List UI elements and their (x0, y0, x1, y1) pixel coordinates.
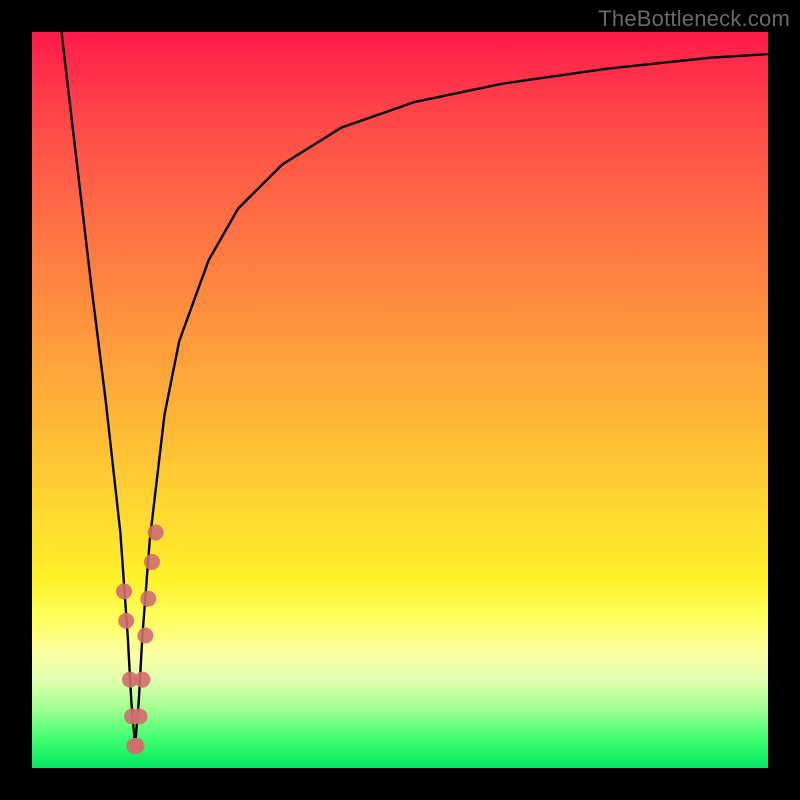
marker-dot (131, 708, 147, 724)
marker-dot (134, 672, 150, 688)
watermark-text: TheBottleneck.com (598, 6, 790, 32)
plot-area (32, 32, 768, 768)
marker-dot (144, 554, 160, 570)
marker-dot (129, 738, 145, 754)
marker-dot (140, 591, 156, 607)
marker-dot (116, 583, 132, 599)
chart-frame: TheBottleneck.com (0, 0, 800, 800)
marker-dot (148, 524, 164, 540)
marker-dot (137, 628, 153, 644)
marker-dot (118, 613, 134, 629)
bottleneck-curve (61, 32, 768, 746)
curve-layer (32, 32, 768, 768)
